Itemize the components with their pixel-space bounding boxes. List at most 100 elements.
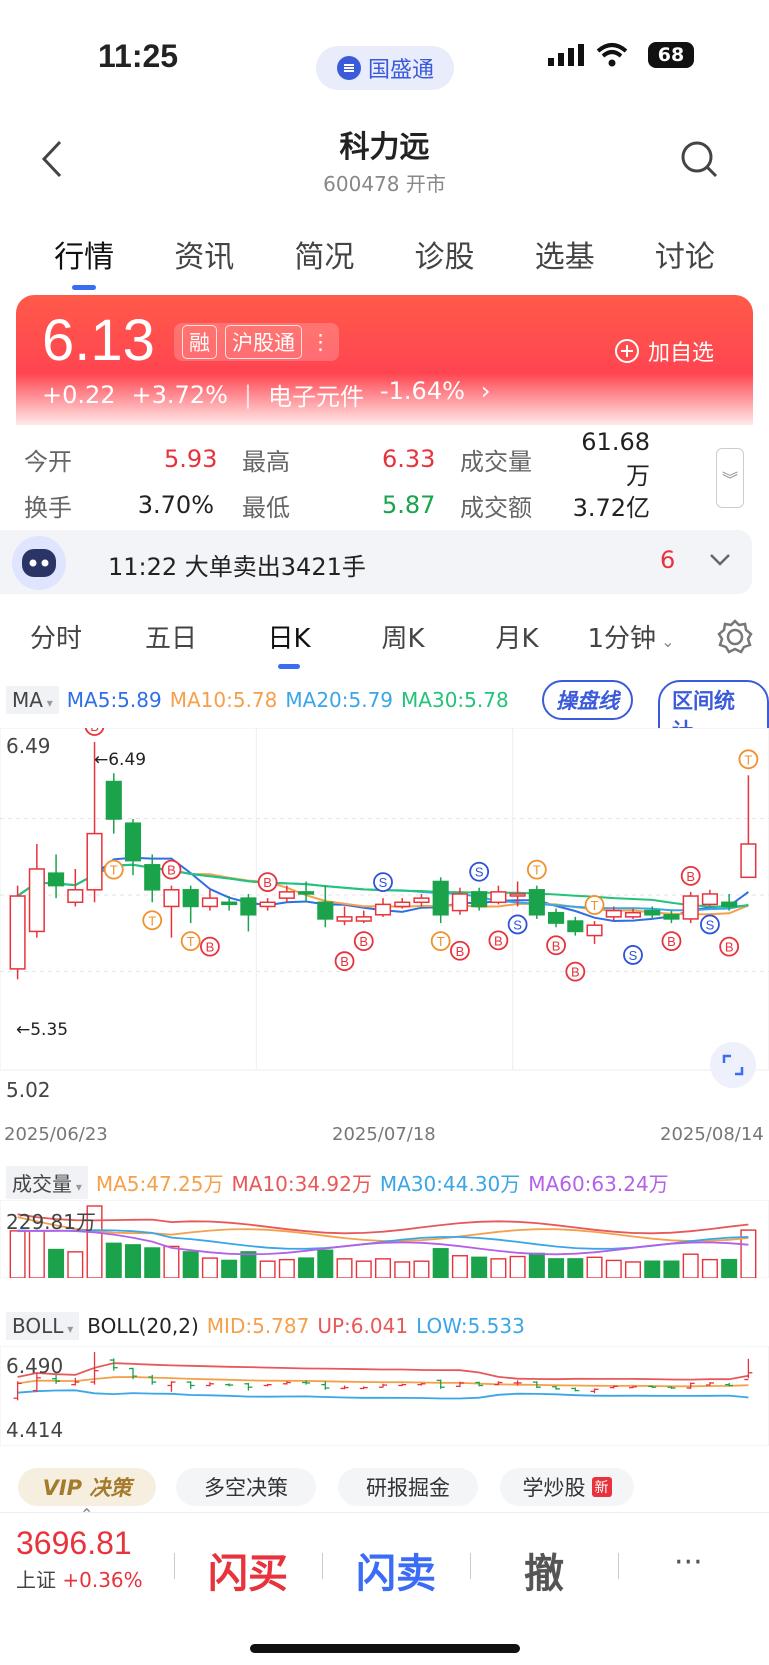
sector-pct: -1.64%: [380, 377, 465, 405]
candle-body: [528, 889, 545, 916]
tab-diagnosis[interactable]: 诊股: [409, 228, 481, 290]
candle-body: [336, 916, 353, 922]
bull-bear-label: 多空决策: [204, 1476, 288, 1500]
add-favorite-button[interactable]: 加自选: [614, 335, 714, 367]
robot-avatar-icon: [12, 536, 66, 590]
signal-icon: [548, 44, 586, 70]
trading-line-button[interactable]: 操盘线: [542, 680, 633, 720]
volume-bar: [374, 1258, 392, 1278]
volume-bar: [240, 1251, 257, 1278]
stat-label: 成交额: [460, 493, 532, 522]
divider: [470, 1553, 471, 1579]
ma10-value: MA10:5.78: [169, 688, 278, 712]
signal-label-B: B: [263, 875, 272, 890]
volume-bar: [355, 1260, 372, 1278]
volume-chart[interactable]: [0, 1200, 769, 1278]
candle-body: [48, 872, 65, 887]
volume-bar: [298, 1257, 315, 1278]
volume-bar: [567, 1258, 584, 1278]
price-max-label: 6.49: [6, 734, 51, 758]
signal-label-B: B: [456, 944, 465, 959]
expand-stats-button[interactable]: ︾: [716, 448, 744, 508]
date-end: 2025/08/14: [660, 1124, 764, 1145]
flash-sell-button[interactable]: 闪卖: [356, 1541, 436, 1599]
candle-body: [451, 893, 468, 912]
date-start: 2025/06/23: [4, 1124, 108, 1145]
volume-bar: [259, 1260, 276, 1278]
caret-down-icon: ▾: [63, 1322, 74, 1336]
tab-news[interactable]: 资讯: [168, 228, 240, 290]
candle-body: [201, 897, 218, 908]
stats-grid: 今开 5.93 最高 6.33 成交量 61.68万 换手 3.70% 最低 5…: [24, 428, 704, 528]
signal-label-T: T: [533, 863, 541, 878]
index-quote[interactable]: 3696.81 上证 +0.36%: [16, 1525, 143, 1593]
candle-body: [9, 895, 26, 970]
sector-link[interactable]: 电子元件 -1.64% ›: [268, 377, 491, 412]
volume-bar: [413, 1260, 430, 1278]
settings-gear-icon[interactable]: [716, 618, 754, 660]
candlestick-chart[interactable]: BTTBTBBBBSTBSBSTBBTSBBSBT: [0, 728, 769, 1118]
vol-ma10: MA10:34.92万: [231, 1172, 372, 1196]
signal-label-B: B: [167, 863, 176, 878]
quote-card: 6.13 融 沪股通 ⋮ 加自选 +0.22 +3.72% | 电子元件 -1.…: [16, 295, 753, 425]
candle-body: [278, 891, 295, 899]
badge-group[interactable]: 融 沪股通 ⋮: [174, 323, 339, 361]
signal-label-T: T: [148, 913, 156, 928]
volume-indicator-select[interactable]: 成交量 ▾: [6, 1166, 88, 1199]
candle-body: [355, 916, 372, 922]
battery-icon: 68: [648, 42, 694, 68]
tab-discussion[interactable]: 讨论: [649, 228, 721, 290]
ktab-intraday[interactable]: 分时: [0, 618, 112, 669]
signal-label-B: B: [667, 934, 676, 949]
research-chip[interactable]: 研报掘金: [338, 1468, 478, 1506]
index-pct: +0.36%: [62, 1568, 143, 1592]
signal-label-B: B: [494, 933, 503, 948]
vol-ma5: MA5:47.25万: [95, 1172, 224, 1196]
signal-label-B: B: [206, 940, 215, 955]
candle-body: [86, 832, 103, 891]
candle-body: [567, 920, 584, 933]
stat-label: 成交量: [460, 447, 532, 476]
tab-profile[interactable]: 简况: [288, 228, 360, 290]
boll-label: BOLL: [12, 1314, 64, 1338]
alert-bar[interactable]: 11:22 大单卖出3421手 6: [0, 530, 752, 594]
ktab-5day[interactable]: 五日: [112, 618, 230, 669]
ma-indicator-select[interactable]: MA ▾: [6, 686, 59, 714]
candle-body: [509, 893, 526, 897]
volume-bar: [182, 1251, 199, 1278]
stats-row: 今开 5.93 最高 6.33 成交量 61.68万: [24, 428, 704, 490]
stat-label: 最高: [242, 447, 290, 476]
collapse-caret-icon[interactable]: ⌃: [80, 1505, 93, 1524]
bull-bear-chip[interactable]: 多空决策: [176, 1468, 316, 1506]
fullscreen-icon[interactable]: [710, 1042, 756, 1088]
flash-buy-button[interactable]: 闪买: [208, 1541, 288, 1599]
candle-body: [605, 909, 622, 918]
search-icon[interactable]: [680, 140, 720, 184]
ktab-weekly[interactable]: 周K: [348, 618, 458, 669]
app-pill[interactable]: 国盛通: [316, 46, 454, 90]
signal-label-T: T: [110, 863, 118, 878]
ktab-minute[interactable]: 1分钟 ⌄: [576, 618, 686, 669]
ktab-minute-label: 1分钟: [587, 624, 657, 654]
more-icon[interactable]: ···: [674, 1545, 703, 1580]
signal-label-B: B: [725, 940, 734, 955]
cancel-order-button[interactable]: 撤: [524, 1541, 564, 1599]
status-time: 11:25: [98, 38, 179, 74]
boll-chart[interactable]: [0, 1346, 769, 1446]
volume-bar: [605, 1259, 622, 1278]
vip-decision-chip[interactable]: VIP 决策: [18, 1468, 156, 1506]
boll-indicator-select[interactable]: BOLL ▾: [6, 1312, 80, 1340]
candle-body: [682, 895, 699, 920]
ktab-daily[interactable]: 日K: [230, 618, 348, 669]
volume-bar: [682, 1253, 699, 1278]
ma30-value: MA30:5.78: [401, 688, 509, 712]
volume-bar: [490, 1258, 507, 1278]
price-change: +0.22: [42, 380, 116, 409]
learn-trading-chip[interactable]: 学炒股 新: [500, 1468, 634, 1506]
kline-tabs: 分时 五日 日K 周K 月K 1分钟 ⌄: [0, 618, 769, 669]
tab-funds[interactable]: 选基: [529, 228, 601, 290]
tab-quote[interactable]: 行情: [48, 228, 120, 290]
ktab-monthly[interactable]: 月K: [458, 618, 576, 669]
volume-bar: [644, 1260, 661, 1278]
chevron-down-icon[interactable]: [708, 552, 732, 572]
